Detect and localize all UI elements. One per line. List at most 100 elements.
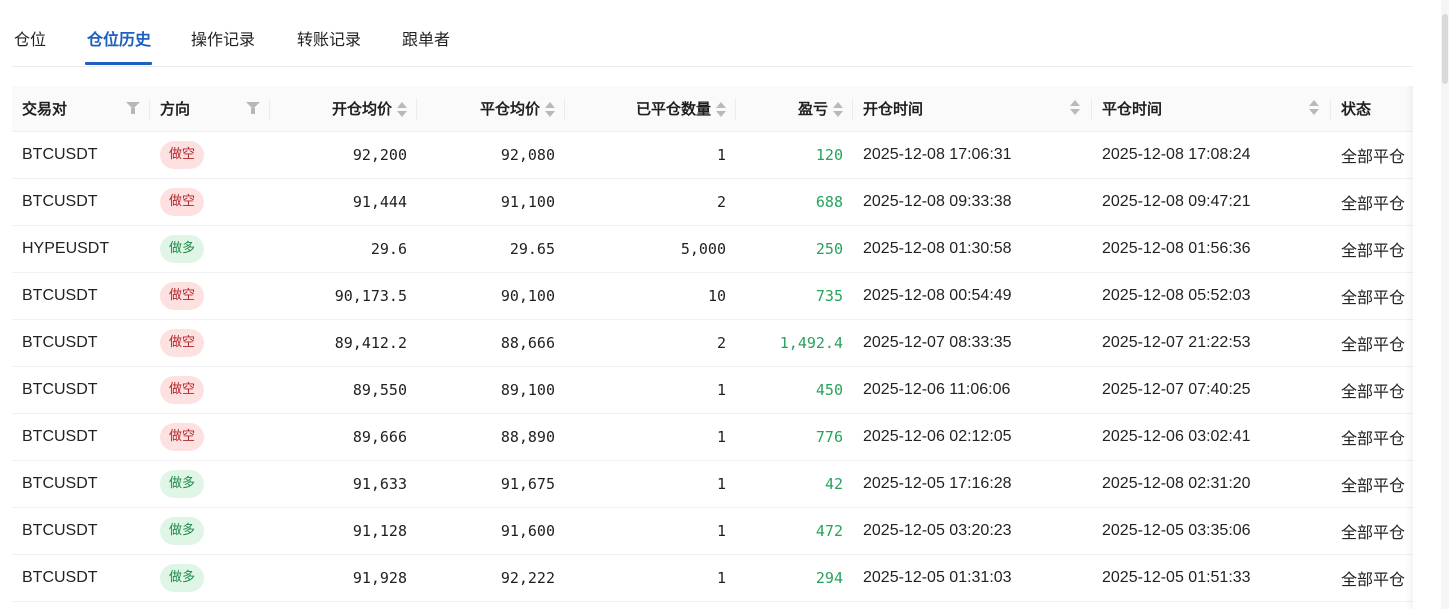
close-avg-cell: 91,600 xyxy=(417,507,565,555)
open-avg-cell: 91,633 xyxy=(270,460,417,508)
status-cell: 全部平仓 xyxy=(1331,460,1413,508)
active-tab-indicator xyxy=(85,62,152,65)
close-time-cell: 2025-12-05 03:35:06 xyxy=(1092,507,1331,555)
col-header-side[interactable]: 方向 xyxy=(150,86,270,132)
col-header-close-time[interactable]: 平仓时间 xyxy=(1092,86,1331,132)
col-header-open-time[interactable]: 开仓时间 xyxy=(853,86,1092,132)
close-time-cell: 2025-12-07 21:22:53 xyxy=(1092,319,1331,367)
table-row[interactable]: BTCUSDT 做空 89,412.2 88,666 2 1,492.4 2025-12-0… xyxy=(12,319,1413,367)
close-avg-cell: 92,222 xyxy=(417,554,565,602)
sort-icon[interactable] xyxy=(833,101,843,118)
symbol-cell: BTCUSDT xyxy=(12,554,150,602)
tab-positions[interactable]: 仓位 xyxy=(14,29,46,51)
side-badge: 做空 xyxy=(160,329,205,357)
closed-qty-cell: 1 xyxy=(565,460,736,508)
tab-operation-log[interactable]: 操作记录 xyxy=(191,29,255,51)
tab-followers[interactable]: 跟单者 xyxy=(402,29,450,51)
symbol-cell: BTCUSDT xyxy=(12,319,150,367)
sort-icon[interactable] xyxy=(545,101,555,118)
close-avg-cell: 89,100 xyxy=(417,366,565,414)
filter-icon[interactable] xyxy=(126,101,140,115)
col-header-closed-qty[interactable]: 已平仓数量 xyxy=(565,86,736,132)
pnl-cell: 735 xyxy=(736,272,853,320)
status-cell: 全部平仓 xyxy=(1331,413,1413,461)
pnl-cell: 1,492.4 xyxy=(736,319,853,367)
pnl-cell: 688 xyxy=(736,178,853,226)
table-row[interactable]: BTCUSDT 做多 91,128 91,600 1 472 2025-12-05 03:2… xyxy=(12,507,1413,555)
table-row[interactable]: BTCUSDT 做空 89,666 88,890 1 776 2025-12-06 02:1… xyxy=(12,413,1413,461)
symbol-cell: BTCUSDT xyxy=(12,507,150,555)
pnl-cell: 450 xyxy=(736,366,853,414)
open-time-cell: 2025-12-08 17:06:31 xyxy=(853,131,1092,179)
table-row[interactable]: BTCUSDT 做空 89,550 89,100 1 450 2025-12-06 11:0… xyxy=(12,366,1413,414)
col-header-pnl[interactable]: 盈亏 xyxy=(736,86,853,132)
closed-qty-cell: 1 xyxy=(565,131,736,179)
side-badge: 做多 xyxy=(160,517,205,545)
col-header-side-label: 方向 xyxy=(160,100,191,118)
sort-icon[interactable] xyxy=(397,101,407,118)
col-header-open-avg[interactable]: 开仓均价 xyxy=(270,86,417,132)
position-history-table: 交易对 方向 开仓均价 平仓均价 已平仓数量 盈亏 开仓时间 平仓时间 状态 B… xyxy=(12,86,1413,609)
table-row[interactable]: BTCUSDT 做空 90,173.5 90,100 10 735 2025-12-08 0… xyxy=(12,272,1413,320)
closed-qty-cell: 1 xyxy=(565,554,736,602)
open-time-cell: 2025-12-05 01:31:03 xyxy=(853,554,1092,602)
table-row[interactable]: BTCUSDT 做多 91,633 91,675 1 42 2025-12-05 17:16… xyxy=(12,460,1413,508)
tab-position-history[interactable]: 仓位历史 xyxy=(87,29,151,51)
status-cell: 全部平仓 xyxy=(1331,319,1413,367)
open-time-cell: 2025-12-07 08:33:35 xyxy=(853,319,1092,367)
sort-icon[interactable] xyxy=(1070,100,1080,116)
col-header-pnl-label: 盈亏 xyxy=(797,100,828,118)
close-avg-cell: 90,100 xyxy=(417,272,565,320)
open-avg-cell: 29.6 xyxy=(270,225,417,273)
table-header-row: 交易对 方向 开仓均价 平仓均价 已平仓数量 盈亏 开仓时间 平仓时间 状态 xyxy=(12,86,1413,132)
tab-bar: 仓位 仓位历史 操作记录 转账记录 跟单者 xyxy=(12,0,1413,67)
status-cell: 全部平仓 xyxy=(1331,272,1413,320)
open-time-cell: 2025-12-06 02:12:05 xyxy=(853,413,1092,461)
sort-icon[interactable] xyxy=(1309,100,1319,116)
table-row[interactable]: BTCUSDT 做空 92,200 92,080 1 120 2025-12-08 17:0… xyxy=(12,131,1413,179)
filter-icon[interactable] xyxy=(246,101,260,115)
side-cell: 做空 xyxy=(150,413,270,461)
side-cell: 做多 xyxy=(150,225,270,273)
pnl-cell: 120 xyxy=(736,131,853,179)
open-avg-cell: 90,173.5 xyxy=(270,272,417,320)
close-avg-cell: 88,666 xyxy=(417,319,565,367)
side-badge: 做空 xyxy=(160,282,205,310)
close-time-cell: 2025-12-06 03:02:41 xyxy=(1092,413,1331,461)
close-time-cell: 2025-12-07 07:40:25 xyxy=(1092,366,1331,414)
col-header-open-time-label: 开仓时间 xyxy=(863,100,924,118)
side-cell: 做多 xyxy=(150,554,270,602)
col-header-symbol-label: 交易对 xyxy=(22,100,68,118)
table-row[interactable]: BTCUSDT 做多 91,928 92,222 1 294 2025-12-05 01:3… xyxy=(12,554,1413,602)
close-avg-cell: 92,080 xyxy=(417,131,565,179)
close-time-cell: 2025-12-05 01:51:33 xyxy=(1092,554,1331,602)
status-cell: 全部平仓 xyxy=(1331,178,1413,226)
closed-qty-cell: 5,000 xyxy=(565,225,736,273)
open-avg-cell: 91,444 xyxy=(270,178,417,226)
open-avg-cell: 91,128 xyxy=(270,507,417,555)
status-cell: 全部平仓 xyxy=(1331,554,1413,602)
pnl-cell: 42 xyxy=(736,460,853,508)
side-badge: 做空 xyxy=(160,188,205,216)
col-header-status-label: 状态 xyxy=(1341,100,1372,118)
table-row[interactable]: HYPEUSDT 做多 29.6 29.65 5,000 250 2025-12-08 01… xyxy=(12,225,1413,273)
vertical-scrollbar-thumb[interactable] xyxy=(1442,14,1448,84)
status-cell: 全部平仓 xyxy=(1331,225,1413,273)
col-header-close-avg[interactable]: 平仓均价 xyxy=(417,86,565,132)
close-avg-cell: 91,100 xyxy=(417,178,565,226)
open-time-cell: 2025-12-08 01:30:58 xyxy=(853,225,1092,273)
side-badge: 做空 xyxy=(160,423,205,451)
side-cell: 做空 xyxy=(150,272,270,320)
status-cell: 全部平仓 xyxy=(1331,131,1413,179)
vertical-scrollbar[interactable] xyxy=(1441,0,1449,609)
closed-qty-cell: 1 xyxy=(565,507,736,555)
open-avg-cell: 89,666 xyxy=(270,413,417,461)
symbol-cell: BTCUSDT xyxy=(12,178,150,226)
table-row[interactable]: BTCUSDT 做空 91,444 91,100 2 688 2025-12-08 09:3… xyxy=(12,178,1413,226)
col-header-symbol[interactable]: 交易对 xyxy=(12,86,150,132)
side-cell: 做空 xyxy=(150,319,270,367)
tab-transfer-log[interactable]: 转账记录 xyxy=(297,29,361,51)
open-avg-cell: 89,412.2 xyxy=(270,319,417,367)
col-header-close-avg-label: 平仓均价 xyxy=(479,100,540,118)
sort-icon[interactable] xyxy=(716,101,726,118)
